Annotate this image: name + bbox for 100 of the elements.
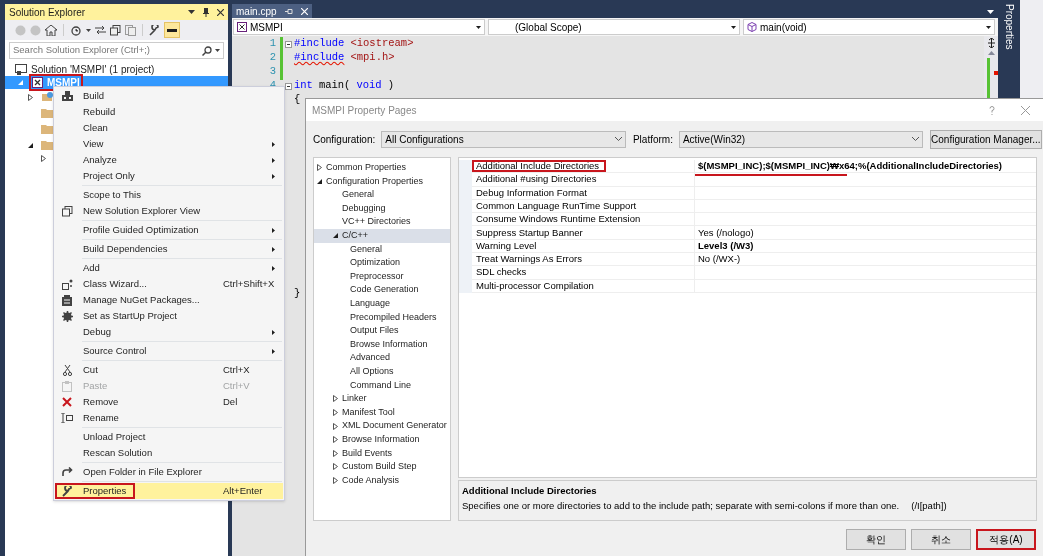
menu-item[interactable]: Rebuild (55, 104, 283, 120)
collapsed-arrow-icon[interactable] (41, 154, 46, 162)
pin-icon[interactable] (284, 8, 293, 14)
collapsed-arrow-icon[interactable] (317, 164, 325, 172)
menu-item[interactable]: Build Dependencies (55, 241, 283, 257)
menu-item[interactable]: Source Control (55, 343, 283, 359)
collapse-box-icon[interactable] (284, 40, 292, 48)
menu-item[interactable]: Properties Alt+Enter (55, 483, 283, 499)
minus-icon (167, 28, 177, 32)
menu-item[interactable]: Clean (55, 120, 283, 136)
submenu-arrow-icon (272, 157, 275, 163)
scroll-up-icon[interactable] (987, 51, 995, 55)
menu-item[interactable]: Rename (55, 410, 283, 426)
dropdown-icon[interactable] (86, 28, 91, 32)
menu-item[interactable]: Unload Project (55, 429, 283, 445)
tree-item[interactable]: Optimization (314, 256, 450, 270)
tree-item[interactable]: Build Events (314, 446, 450, 461)
tree-item[interactable]: Preprocessor (314, 269, 450, 284)
menu-item[interactable]: Project Only (55, 168, 283, 184)
menu-item[interactable]: Profile Guided Optimization (55, 222, 283, 238)
submenu-arrow-icon (272, 173, 275, 179)
collapsed-arrow-icon[interactable] (28, 93, 33, 101)
menu-item[interactable]: Build (55, 88, 283, 104)
pin-icon[interactable] (203, 7, 209, 17)
menu-item[interactable]: Analyze (55, 152, 283, 168)
configuration-manager-button[interactable]: Configuration Manager... (929, 129, 1042, 149)
menu-item[interactable]: Set as StartUp Project (55, 308, 283, 324)
property-value[interactable]: No (/WX-) (698, 252, 741, 267)
menu-item[interactable]: Manage NuGet Packages... (55, 292, 283, 308)
configuration-dropdown[interactable]: All Configurations (381, 130, 626, 148)
collapse-icon[interactable] (110, 24, 121, 36)
tree-item[interactable]: General (314, 242, 450, 257)
home-icon[interactable] (45, 24, 57, 36)
dialog-button[interactable]: 적용(A) (976, 529, 1036, 550)
tree-item[interactable]: Precompiled Headers (314, 310, 450, 325)
menu-item[interactable]: Class Wizard... Ctrl+Shift+X (55, 276, 283, 292)
property-name: Additional Include Directories (472, 160, 695, 174)
editor-tab[interactable]: main.cpp (232, 4, 312, 18)
wrench-icon[interactable] (149, 24, 160, 36)
properties-tab[interactable]: Properties (1001, 4, 1017, 50)
dialog-button[interactable]: 취소 (911, 529, 971, 550)
tree-item[interactable]: C/C++ (314, 228, 450, 243)
menu-item[interactable]: Debug (55, 324, 283, 340)
expanded-arrow-icon[interactable] (333, 233, 341, 239)
code-line: int main( void ) (294, 78, 394, 94)
tree-item[interactable]: All Options (314, 364, 450, 379)
tree-item[interactable]: Solution 'MSMPI' (1 project) (5, 63, 228, 76)
expanded-arrow-icon[interactable] (317, 178, 325, 184)
configuration-label: Configuration: (313, 132, 376, 147)
clock-icon[interactable] (70, 24, 82, 36)
platform-dropdown[interactable]: Active(Win32) (678, 130, 923, 148)
tree-item[interactable]: Common Properties (314, 161, 450, 175)
collapse-box-icon[interactable] (284, 82, 292, 90)
scope-dropdown[interactable]: MSMPI (233, 19, 485, 35)
expanded-arrow-icon[interactable] (28, 142, 33, 148)
wrench-icon (61, 485, 73, 497)
dropdown-icon[interactable] (987, 10, 994, 14)
tree-item[interactable]: Configuration Properties (314, 174, 450, 189)
menu-item[interactable]: New Solution Explorer View (55, 203, 283, 219)
split-icon[interactable] (986, 38, 996, 48)
property-value[interactable]: Level3 (/W3) (698, 238, 754, 254)
menu-item[interactable]: Scope to This (55, 187, 283, 203)
search-field[interactable]: Search Solution Explorer (Ctrl+;) (9, 42, 224, 59)
tree-item[interactable]: General (314, 188, 450, 202)
sync-icon[interactable] (95, 25, 106, 35)
tree-item[interactable]: Code Generation (314, 283, 450, 297)
menu-item[interactable]: Open Folder in File Explorer (55, 464, 283, 480)
menu-item[interactable]: Rescan Solution (55, 445, 283, 461)
tree-item[interactable]: Language (314, 296, 450, 311)
tree-item[interactable]: Manifest Tool (314, 405, 450, 420)
preview-toggle-button[interactable] (164, 22, 180, 38)
scope-dropdown[interactable]: main(void) (743, 19, 995, 35)
scope-dropdown[interactable]: (Global Scope) (488, 19, 740, 35)
property-value[interactable]: Yes (/nologo) (698, 225, 754, 240)
tree-item[interactable]: Linker (314, 392, 450, 406)
menu-item[interactable]: Add (55, 260, 283, 276)
tree-item[interactable]: XML Document Generator (314, 419, 450, 433)
tree-item[interactable]: VC++ Directories (314, 215, 450, 229)
tree-item[interactable]: Command Line (314, 378, 450, 393)
property-value[interactable]: $(MSMPI_INC);$(MSMPI_INC)₩x64;%(AdditionalIncludeDirectories) (698, 159, 1003, 174)
property-name: Treat Warnings As Errors (472, 253, 695, 267)
tree-item[interactable]: Advanced (314, 351, 450, 365)
code-line: #include <mpi.h> (294, 50, 395, 66)
menu-item[interactable]: Cut Ctrl+X (55, 362, 283, 378)
tree-item[interactable]: Browse Information (314, 432, 450, 447)
property-name: Suppress Startup Banner (472, 226, 695, 240)
tree-item[interactable]: Browse Information (314, 337, 450, 352)
tree-item[interactable]: Debugging (314, 201, 450, 216)
property-name: SDL checks (472, 266, 695, 280)
tree-item[interactable]: Output Files (314, 324, 450, 338)
description-text: Specifies one or more directories to add to the include path; separate with semi-colons if more than one. (462, 499, 900, 514)
menu-item[interactable]: Remove Del (55, 394, 283, 410)
close-icon[interactable] (217, 8, 224, 16)
dropdown-icon[interactable] (188, 10, 195, 14)
menu-item[interactable]: View (55, 136, 283, 152)
error-marker (994, 71, 998, 75)
tree-item[interactable]: Code Analysis (314, 473, 450, 488)
tree-item[interactable]: Custom Build Step (314, 460, 450, 474)
references-icon (41, 92, 53, 102)
dialog-button[interactable]: 확인 (846, 529, 906, 550)
